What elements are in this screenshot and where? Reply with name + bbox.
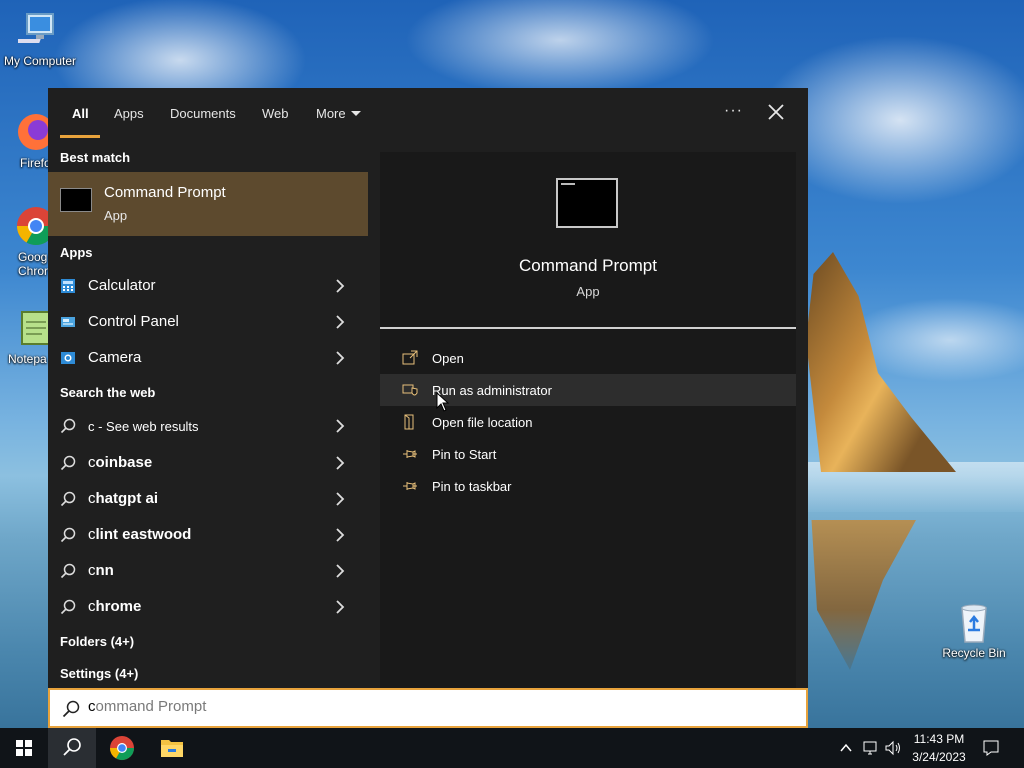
search-icon bbox=[60, 527, 76, 543]
section-folders[interactable]: Folders (4+) bbox=[60, 634, 134, 649]
web-result-chatgpt-ai[interactable]: chatgpt ai bbox=[48, 482, 368, 516]
command-prompt-icon bbox=[60, 188, 92, 212]
search-icon bbox=[60, 563, 76, 579]
close-icon[interactable] bbox=[766, 102, 786, 122]
section-best-match: Best match bbox=[60, 150, 131, 165]
web-result-see-web-results[interactable]: c - See web results bbox=[48, 409, 368, 443]
start-button[interactable] bbox=[0, 728, 48, 768]
folder-icon bbox=[402, 414, 418, 430]
desktop-icon-notepad[interactable]: Notepa bbox=[0, 306, 48, 366]
taskbar-search-button[interactable] bbox=[48, 728, 96, 768]
computer-icon bbox=[15, 8, 62, 52]
section-settings[interactable]: Settings (4+) bbox=[60, 666, 138, 681]
tab-documents[interactable]: Documents bbox=[170, 106, 236, 126]
best-match-title: Command Prompt bbox=[104, 184, 226, 201]
divider bbox=[380, 327, 796, 329]
desktop-icon-my-computer[interactable]: My Computer bbox=[0, 8, 80, 68]
active-tab-indicator bbox=[60, 135, 100, 138]
chevron-right-icon[interactable] bbox=[335, 564, 345, 578]
list-item-label: Camera bbox=[88, 349, 142, 366]
command-prompt-icon bbox=[556, 178, 618, 228]
ellipsis-icon[interactable]: ··· bbox=[724, 102, 743, 120]
section-apps: Apps bbox=[60, 245, 93, 260]
recycle-bin-icon bbox=[952, 600, 996, 644]
web-result-label: cnn bbox=[88, 562, 114, 579]
desktop-icon-firefox[interactable]: Firefo bbox=[0, 110, 48, 170]
desktop-icon-google-chrome[interactable]: Goog Chror bbox=[0, 204, 48, 278]
tab-apps[interactable]: Apps bbox=[114, 106, 144, 126]
chevron-up-icon[interactable] bbox=[838, 740, 854, 756]
notepad-icon bbox=[14, 306, 48, 350]
control-panel-icon bbox=[60, 314, 76, 330]
shield-icon bbox=[402, 382, 418, 398]
chevron-right-icon[interactable] bbox=[335, 279, 345, 293]
tab-all[interactable]: All bbox=[72, 106, 89, 126]
open-icon bbox=[402, 350, 418, 366]
taskbar-file-explorer-button[interactable] bbox=[148, 728, 196, 768]
taskbar-search-box[interactable]: command Prompt bbox=[48, 688, 808, 728]
list-item-calculator[interactable]: Calculator bbox=[48, 269, 368, 303]
list-item-label: Control Panel bbox=[88, 313, 179, 330]
search-icon bbox=[60, 455, 76, 471]
network-icon[interactable] bbox=[862, 739, 880, 757]
chevron-right-icon[interactable] bbox=[335, 315, 345, 329]
search-typed-text: c bbox=[88, 698, 96, 715]
firefox-icon bbox=[14, 110, 48, 154]
search-input[interactable]: command Prompt bbox=[88, 698, 788, 720]
chevron-right-icon[interactable] bbox=[335, 600, 345, 614]
volume-icon[interactable] bbox=[884, 739, 902, 757]
pin-icon bbox=[402, 446, 418, 462]
web-result-label: chatgpt ai bbox=[88, 490, 158, 507]
web-result-label: coinbase bbox=[88, 454, 153, 471]
best-match-result[interactable]: Command Prompt App bbox=[48, 172, 368, 236]
best-match-subtitle: App bbox=[104, 208, 128, 223]
search-scope-tabs: All Apps Documents Web More ··· bbox=[48, 88, 808, 140]
web-result-label: c - See web results bbox=[88, 419, 199, 434]
detail-subtitle: App bbox=[576, 284, 600, 299]
tab-more-label: More bbox=[316, 106, 346, 121]
caret-down-icon bbox=[350, 111, 361, 116]
chrome-icon bbox=[14, 204, 48, 248]
camera-icon bbox=[60, 350, 76, 366]
tab-web[interactable]: Web bbox=[262, 106, 289, 126]
calculator-icon bbox=[60, 278, 76, 294]
web-result-cnn[interactable]: cnn bbox=[48, 554, 368, 588]
web-result-clint-eastwood[interactable]: clint eastwood bbox=[48, 518, 368, 552]
search-autocomplete-hint: ommand Prompt bbox=[95, 698, 207, 715]
search-icon bbox=[62, 700, 80, 718]
search-icon bbox=[60, 599, 76, 615]
chevron-right-icon[interactable] bbox=[335, 419, 345, 433]
chevron-right-icon[interactable] bbox=[335, 492, 345, 506]
chevron-right-icon[interactable] bbox=[335, 528, 345, 542]
tab-more[interactable]: More bbox=[316, 106, 361, 126]
list-item-label: Calculator bbox=[88, 277, 156, 294]
search-icon bbox=[60, 491, 76, 507]
taskbar: 11:43 PM 3/24/2023 bbox=[0, 728, 1024, 768]
clock-time[interactable]: 11:43 PM bbox=[904, 732, 974, 746]
clock-date[interactable]: 3/24/2023 bbox=[904, 750, 974, 764]
detail-title: Command Prompt bbox=[519, 256, 657, 275]
web-result-label: clint eastwood bbox=[88, 526, 192, 543]
web-result-chrome[interactable]: chrome bbox=[48, 590, 368, 624]
section-search-web: Search the web bbox=[60, 385, 156, 400]
taskbar-chrome-button[interactable] bbox=[98, 728, 146, 768]
action-open[interactable]: Open bbox=[380, 342, 796, 374]
chevron-right-icon[interactable] bbox=[335, 351, 345, 365]
chevron-right-icon[interactable] bbox=[335, 456, 345, 470]
mouse-pointer-icon bbox=[436, 391, 450, 412]
web-result-label: chrome bbox=[88, 598, 142, 615]
web-result-coinbase[interactable]: coinbase bbox=[48, 446, 368, 480]
desktop-icon-recycle-bin[interactable]: Recycle Bin bbox=[934, 600, 1014, 660]
windows-search-panel: All Apps Documents Web More ··· Best mat… bbox=[48, 88, 808, 728]
action-pin-to-taskbar[interactable]: Pin to taskbar bbox=[380, 470, 796, 502]
list-item-camera[interactable]: Camera bbox=[48, 341, 368, 375]
notification-icon[interactable] bbox=[982, 739, 1000, 757]
result-detail-pane: Command Prompt App Open Run as administr… bbox=[380, 152, 796, 688]
action-pin-to-start[interactable]: Pin to Start bbox=[380, 438, 796, 470]
search-icon bbox=[60, 418, 76, 434]
list-item-control-panel[interactable]: Control Panel bbox=[48, 305, 368, 339]
pin-icon bbox=[402, 478, 418, 494]
